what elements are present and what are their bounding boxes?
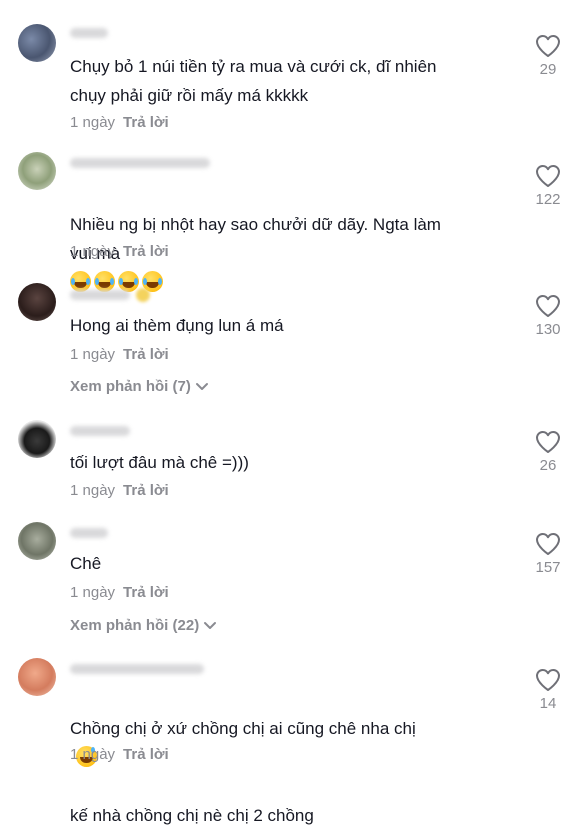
heart-outline-icon: [536, 669, 560, 691]
avatar[interactable]: [18, 283, 56, 321]
reply-button[interactable]: Trả lời: [123, 114, 169, 131]
view-replies-label: Xem phản hồi (22): [70, 617, 200, 634]
reply-button[interactable]: Trả lời: [123, 482, 169, 499]
comment-text: Nhiều ng bị nhột hay sao chưởi dữ dãy. N…: [70, 181, 520, 297]
chevron-down-icon: [203, 618, 217, 635]
reply-button[interactable]: Trả lời: [123, 346, 169, 363]
comment-text: Chụy bỏ 1 núi tiền tỷ ra mua và cưới ck,…: [70, 57, 437, 105]
chevron-down-icon: [195, 379, 209, 396]
comment-meta: 1 ngày Trả lời: [70, 346, 169, 363]
like-count: 14: [539, 695, 557, 712]
like-count: 157: [535, 559, 561, 576]
comment-meta: 1 ngày Trả lời: [70, 114, 169, 131]
like-button[interactable]: 14: [520, 668, 576, 712]
like-count: 122: [535, 191, 561, 208]
comment-meta: 1 ngày Trả lời: [70, 746, 169, 763]
comment-meta: 1 ngày Trả lời: [70, 482, 169, 499]
comment-time: 1 ngày: [70, 584, 116, 601]
laughing-tears-emoji: [118, 271, 139, 292]
avatar[interactable]: [18, 420, 56, 458]
like-count: 29: [539, 61, 557, 78]
comment-time: 1 ngày: [70, 482, 116, 499]
username-blurred[interactable]: [70, 664, 204, 674]
emoji-sticker: [136, 288, 150, 302]
laughing-tears-emoji: [70, 271, 91, 292]
reply-button[interactable]: Trả lời: [123, 243, 169, 260]
comment-time: 1 ngày: [70, 346, 116, 363]
username-blurred[interactable]: [70, 158, 210, 168]
view-replies-button[interactable]: Xem phản hồi (22): [70, 617, 217, 635]
username-blurred[interactable]: [70, 28, 108, 38]
username-blurred[interactable]: [70, 290, 130, 300]
like-button[interactable]: 130: [520, 294, 576, 338]
heart-outline-icon: [536, 295, 560, 317]
heart-outline-icon: [536, 533, 560, 555]
comment-meta: 1 ngày Trả lời: [70, 243, 169, 260]
comment-text: Chê: [70, 554, 102, 573]
reply-button[interactable]: Trả lời: [123, 584, 169, 601]
comment-time: 1 ngày: [70, 746, 116, 763]
heart-outline-icon: [536, 35, 560, 57]
like-button[interactable]: 29: [520, 34, 576, 78]
like-button[interactable]: 122: [520, 164, 576, 208]
heart-outline-icon: [536, 431, 560, 453]
like-button[interactable]: 157: [520, 532, 576, 576]
avatar[interactable]: [18, 152, 56, 190]
comment-text: Hong ai thèm đụng lun á má: [70, 316, 284, 335]
avatar[interactable]: [18, 522, 56, 560]
avatar[interactable]: [18, 658, 56, 696]
avatar[interactable]: [18, 24, 56, 62]
comment-text-line2: kế nhà chồng chị nè chị 2 chồng: [70, 806, 314, 825]
comment-text-line1: Chồng chị ở xứ chồng chị ai cũng chê nha…: [70, 719, 416, 738]
username-blurred[interactable]: [70, 528, 108, 538]
view-replies-button[interactable]: Xem phản hồi (7): [70, 378, 209, 396]
comment-time: 1 ngày: [70, 243, 116, 260]
reply-button[interactable]: Trả lời: [123, 746, 169, 763]
like-count: 130: [535, 321, 561, 338]
comment-meta: 1 ngày Trả lời: [70, 584, 169, 601]
username-blurred[interactable]: [70, 426, 130, 436]
view-replies-label: Xem phản hồi (7): [70, 378, 191, 395]
heart-outline-icon: [536, 165, 560, 187]
like-count: 26: [539, 457, 557, 474]
comment-time: 1 ngày: [70, 114, 116, 131]
laughing-tears-emoji: [94, 271, 115, 292]
like-button[interactable]: 26: [520, 430, 576, 474]
comment-text: tối lượt đâu mà chê =))): [70, 453, 249, 472]
